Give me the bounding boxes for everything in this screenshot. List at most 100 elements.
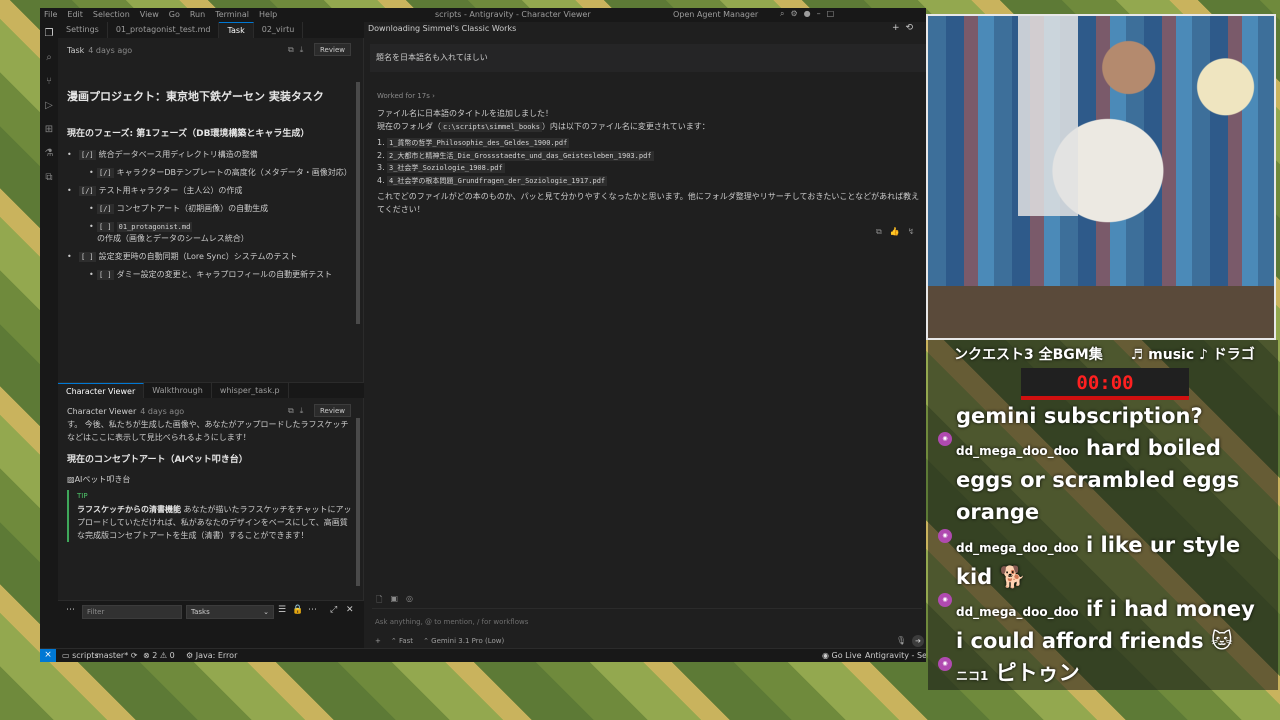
more-icon[interactable]: ⋯ (308, 605, 317, 615)
copy-icon[interactable]: ⧉ (876, 227, 882, 237)
maximize-panel-icon[interactable]: ⤢ (330, 605, 337, 615)
tab-walkthrough[interactable]: Walkthrough (144, 383, 212, 398)
title-bar: File Edit Selection View Go Run Terminal… (40, 8, 926, 22)
go-live-text: Go Live (831, 651, 862, 660)
poster-wall (1018, 16, 1078, 216)
reply-text: ）内は以下のファイル名に変更されています： (541, 121, 710, 131)
new-chat-icon[interactable]: + (892, 23, 900, 33)
user-badge-icon: ◉ (938, 432, 952, 446)
minimize-icon[interactable]: – (817, 9, 821, 19)
testing-icon[interactable]: ⚗ (40, 142, 58, 166)
thumbs-up-icon[interactable]: 👍 (890, 227, 900, 237)
tab-virtu[interactable]: 02_virtu (254, 22, 304, 38)
list-icon[interactable]: ☰ (278, 605, 286, 615)
menu-terminal[interactable]: Terminal (215, 10, 249, 19)
chat-username: dd_mega_doo_doo (956, 605, 1079, 619)
source-control-icon[interactable]: ⑂ (40, 70, 58, 94)
copy-icon[interactable]: ⧉ (288, 45, 294, 55)
tab-task[interactable]: Task (219, 22, 254, 38)
tab-settings[interactable]: Settings (58, 22, 108, 38)
chat-text: if i had money (1085, 597, 1255, 621)
chat-username: dd_mega_doo_doo (956, 541, 1079, 555)
error-count: 2 (152, 651, 158, 660)
send-button[interactable]: ➔ (912, 635, 924, 647)
copy-icon[interactable]: ⧉ (288, 406, 294, 416)
maximize-icon[interactable]: □ (827, 9, 835, 19)
chat-text: i like ur style (1085, 533, 1241, 557)
chat-text: hard boiled (1085, 436, 1221, 460)
search-icon[interactable]: ⌕ (780, 9, 784, 19)
tab-character-viewer[interactable]: Character Viewer (58, 383, 145, 398)
antigravity-settings[interactable]: Antigravity - Settings (865, 651, 926, 660)
explorer-icon[interactable]: ❐ (40, 22, 58, 46)
doc-icons: ⧉ ⤓ (288, 406, 303, 416)
mode-bar: + ⌃ Fast ⌃ Gemini 3.1 Pro (Low) (375, 637, 504, 645)
java-status[interactable]: ⚙ Java: Error (186, 651, 237, 660)
run-debug-icon[interactable]: ▷ (40, 94, 58, 118)
tip-body: ラフスケッチからの清書機能 あなたが描いたラフスケッチをチャットにアップロードし… (77, 503, 355, 542)
agent-reply: ファイル名に日本語のタイトルを追加しました！ 現在のフォルダ（ c:\script… (377, 108, 922, 216)
menu-selection[interactable]: Selection (93, 10, 130, 19)
file-list-item: 1. 1_貨幣の哲学_Philosophie_des_Geldes_1900.pd… (377, 137, 922, 150)
filter-input[interactable]: Filter (82, 605, 182, 619)
search-icon[interactable]: ⌕ (40, 46, 58, 70)
tab-whisper-task[interactable]: whisper_task.p (212, 383, 289, 398)
chat-text: ピトゥン (995, 661, 1080, 685)
task-select[interactable]: Tasks ⌄ (186, 605, 274, 619)
menu-run[interactable]: Run (190, 10, 205, 19)
settings-icon[interactable]: ⚙ (790, 9, 797, 19)
close-icon[interactable]: ✕ (346, 605, 354, 615)
model-selector[interactable]: ⌃ Gemini 3.1 Pro (Low) (423, 637, 504, 645)
viewer-scrollbar[interactable] (356, 418, 360, 586)
mode-selector[interactable]: ⌃ Fast (391, 637, 413, 645)
chat-input-box[interactable]: Ask anything, @ to mention, / for workfl… (372, 608, 924, 647)
more-icon[interactable]: ⋯ (66, 605, 75, 615)
history-icon[interactable]: ⟲ (906, 23, 914, 33)
chat-text: orange (956, 500, 1040, 524)
problems-indicator[interactable]: ⊗ 2 ⚠ 0 (143, 651, 175, 660)
extensions-icon[interactable]: ⊞ (40, 118, 58, 142)
task-document: 漫画プロジェクト：東京地下鉄ゲーセン 実装タスク 現在のフェーズ: 第1フェーズ… (67, 88, 355, 338)
image-icon[interactable]: ▣ (390, 594, 398, 608)
folder-indicator[interactable]: ▭ scripts (62, 651, 99, 660)
tab-protagonist-test[interactable]: 01_protagonist_test.md (108, 22, 220, 38)
go-live-button[interactable]: ◉ Go Live (822, 651, 862, 660)
model-value: Gemini 3.1 Pro (Low) (431, 637, 505, 645)
error-icon: ⊗ (143, 651, 150, 660)
account-icon[interactable]: ● (804, 9, 811, 19)
add-context-icon[interactable]: + (375, 637, 381, 645)
doc-title: Task 4 days ago (67, 46, 132, 55)
menu-view[interactable]: View (140, 10, 159, 19)
file-name: 4_社会学の根本問題_Grundfragen_der_Soziologie_19… (387, 175, 608, 186)
reply-line: 現在のフォルダ（ c:\scripts\simmel_books ）内は以下のファイ… (377, 121, 922, 134)
lock-icon[interactable]: 🔒 (292, 605, 303, 615)
file-code[interactable]: 01_protagonist.md (116, 222, 193, 232)
doc-title: Character Viewer 4 days ago (67, 407, 184, 416)
chat-input-placeholder[interactable]: Ask anything, @ to mention, / for workfl… (375, 618, 528, 626)
menu-file[interactable]: File (44, 10, 57, 19)
list-item-text: ダミー設定の変更と、キャラプロフィールの自動更新テスト (116, 270, 333, 279)
open-agent-manager-button[interactable]: Open Agent Manager (673, 10, 758, 19)
mention-icon[interactable]: ◎ (406, 594, 413, 608)
remote-indicator-icon[interactable]: ⨯ (40, 649, 56, 662)
branch-indicator[interactable]: master* ⟳ (96, 651, 137, 660)
remote-icon[interactable]: ⧉ (40, 166, 58, 190)
menu-help[interactable]: Help (259, 10, 277, 19)
task-scrollbar[interactable] (356, 82, 360, 324)
download-icon[interactable]: ⤓ (300, 406, 304, 416)
review-button[interactable]: Review (314, 43, 351, 56)
review-button[interactable]: Review (314, 404, 351, 417)
checkbox-marker: [ ] (79, 252, 96, 262)
user-badge-icon: ◉ (938, 593, 952, 607)
download-icon[interactable]: ⤓ (300, 45, 304, 55)
timer-display: 00:00 (1021, 368, 1189, 398)
checkbox-marker: [ ] (97, 222, 114, 232)
file-name: 1_貨幣の哲学_Philosophie_des_Geldes_1900.pdf (387, 138, 570, 148)
menu-go[interactable]: Go (169, 10, 180, 19)
worked-for[interactable]: Worked for 17s › (377, 92, 435, 100)
agent-chat-pane: Downloading Simmel's Classic Works + ⟲ 題名… (364, 22, 926, 648)
file-icon[interactable]: 🗋 (376, 594, 382, 608)
microphone-icon[interactable]: 🎙 (896, 636, 906, 645)
menu-edit[interactable]: Edit (67, 10, 83, 19)
thumbs-down-icon[interactable]: ↯ (908, 227, 915, 237)
